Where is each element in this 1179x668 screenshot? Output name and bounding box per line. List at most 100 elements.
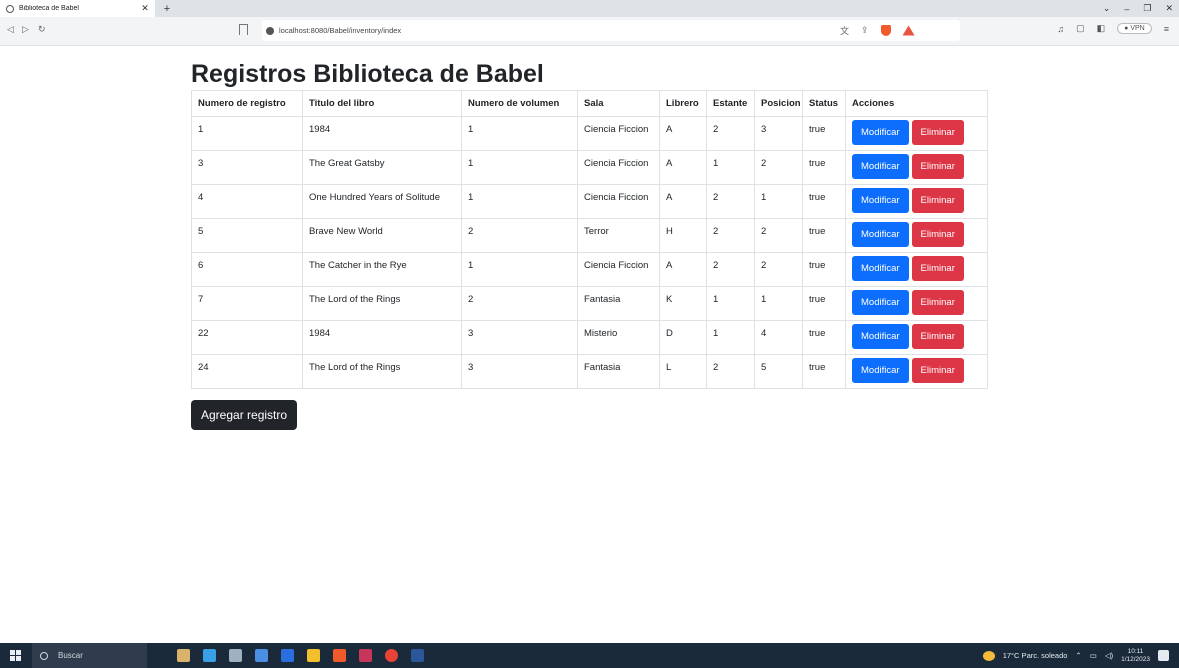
back-icon[interactable]: ◁	[7, 24, 14, 35]
media-icon[interactable]: ♫	[1057, 24, 1064, 34]
table-cell: K	[659, 286, 707, 321]
share-icon[interactable]: ⇪	[861, 25, 869, 36]
table-cell: 1	[461, 116, 578, 151]
table-cell: 1	[706, 286, 755, 321]
table-cell: 3	[191, 150, 303, 185]
actions-cell: Modificar Eliminar	[845, 150, 988, 185]
site-favicon-icon	[6, 4, 14, 13]
table-cell: Ciencia Ficcion	[577, 116, 660, 151]
modify-button[interactable]: Modificar	[852, 358, 909, 383]
table-cell: Fantasia	[577, 286, 660, 321]
browser-tab[interactable]: Biblioteca de Babel ✕	[0, 0, 155, 17]
clock[interactable]: 10:11 1/12/2023	[1121, 648, 1150, 664]
table-row: 22 1984 3 Misterio D 1 4 true Modificar Eliminar	[191, 320, 988, 355]
reload-icon[interactable]: ↻	[38, 24, 46, 35]
modify-button[interactable]: Modificar	[852, 188, 909, 213]
table-cell: true	[802, 150, 846, 185]
weather-text[interactable]: 17°C Parc. soleado	[1003, 651, 1068, 660]
brave-rewards-icon[interactable]	[902, 25, 915, 36]
modify-button[interactable]: Modificar	[852, 222, 909, 247]
minimize-icon[interactable]: –	[1124, 4, 1129, 14]
file-explorer-icon[interactable]	[307, 649, 320, 662]
modify-button[interactable]: Modificar	[852, 120, 909, 145]
page-title: Registros Biblioteca de Babel	[191, 60, 544, 88]
weather-icon[interactable]	[982, 650, 995, 661]
new-tab-icon[interactable]: +	[161, 3, 173, 15]
widgets-icon[interactable]	[177, 649, 190, 662]
table-row: 6 The Catcher in the Rye 1 Ciencia Ficcion A…	[191, 252, 988, 287]
delete-button[interactable]: Eliminar	[911, 324, 964, 349]
table-cell: 1	[461, 252, 578, 287]
taskbar-search[interactable]: Buscar	[32, 643, 147, 668]
delete-button[interactable]: Eliminar	[911, 154, 964, 179]
delete-button[interactable]: Eliminar	[911, 256, 964, 281]
delete-button[interactable]: Eliminar	[911, 120, 964, 145]
main-content: Registros Biblioteca de Babel Numero de …	[191, 58, 989, 389]
browser-tab-bar: Biblioteca de Babel ✕ + ⌄ – ❐ ✕	[0, 0, 1179, 17]
table-cell: The Lord of the Rings	[302, 354, 462, 389]
actions-cell: Modificar Eliminar	[845, 218, 988, 253]
sidebar-icon[interactable]: ▢	[1076, 23, 1085, 34]
table-cell: 1	[706, 150, 755, 185]
table-cell: 1	[754, 286, 803, 321]
table-row: 1 1984 1 Ciencia Ficcion A 2 3 true Modificar Eli…	[191, 116, 988, 151]
delete-button[interactable]: Eliminar	[911, 290, 964, 315]
table-cell: 22	[191, 320, 303, 355]
calendar-icon[interactable]	[281, 649, 294, 662]
table-cell: A	[659, 252, 707, 287]
table-cell: 2	[706, 184, 755, 219]
word-icon[interactable]	[411, 649, 424, 662]
table-cell: 2	[706, 354, 755, 389]
volume-icon[interactable]: ◁)	[1105, 651, 1113, 660]
modify-button[interactable]: Modificar	[852, 256, 909, 281]
store-icon[interactable]	[203, 649, 216, 662]
task-view-icon[interactable]	[229, 649, 242, 662]
taskbar-apps	[177, 649, 424, 662]
address-bar-tools: 文 ⇪	[840, 24, 915, 37]
tray-chevron-icon[interactable]: ⌃	[1075, 651, 1081, 660]
bookmark-icon[interactable]	[239, 24, 248, 35]
tab-title: Biblioteca de Babel	[19, 5, 79, 12]
delete-button[interactable]: Eliminar	[911, 188, 964, 213]
restore-icon[interactable]: ❐	[1143, 3, 1151, 14]
add-record-button[interactable]: Agregar registro	[191, 400, 298, 430]
table-cell: Misterio	[577, 320, 660, 355]
translate-icon[interactable]: 文	[840, 24, 849, 37]
intellij-icon[interactable]	[359, 649, 372, 662]
chrome-icon[interactable]	[385, 649, 398, 662]
table-cell: 5	[754, 354, 803, 389]
menu-icon[interactable]: ≡	[1164, 24, 1169, 34]
delete-button[interactable]: Eliminar	[911, 222, 964, 247]
taskbar: Buscar 17°C Parc. soleado ⌃ ▭ ◁) 10:11 1…	[0, 643, 1179, 668]
modify-button[interactable]: Modificar	[852, 324, 909, 349]
table-cell: 2	[461, 286, 578, 321]
table-cell: 7	[191, 286, 303, 321]
site-info-icon[interactable]	[266, 26, 274, 35]
vpn-button[interactable]: ● VPN	[1117, 23, 1152, 34]
network-icon[interactable]: ▭	[1090, 651, 1097, 660]
modify-button[interactable]: Modificar	[852, 154, 909, 179]
table-cell: 2	[706, 116, 755, 151]
brave-browser-icon[interactable]	[333, 649, 346, 662]
close-window-icon[interactable]: ✕	[1165, 3, 1173, 14]
mail-icon[interactable]	[255, 649, 268, 662]
actions-cell: Modificar Eliminar	[845, 354, 988, 389]
table-cell: Ciencia Ficcion	[577, 252, 660, 287]
delete-button[interactable]: Eliminar	[911, 358, 964, 383]
table-row: 24 The Lord of the Rings 3 Fantasia L 2 5 true M…	[191, 354, 988, 389]
notification-icon[interactable]	[1158, 650, 1169, 661]
actions-cell: Modificar Eliminar	[845, 320, 988, 355]
table-cell: 1984	[302, 116, 462, 151]
table-row: 7 The Lord of the Rings 2 Fantasia K 1 1 true Mo…	[191, 286, 988, 321]
actions-cell: Modificar Eliminar	[845, 286, 988, 321]
table-cell: 24	[191, 354, 303, 389]
forward-icon[interactable]: ▷	[22, 24, 29, 35]
windows-start-icon[interactable]	[10, 650, 21, 661]
brave-shield-icon[interactable]	[880, 25, 891, 36]
tab-list-chevron-icon[interactable]: ⌄	[1103, 3, 1111, 14]
modify-button[interactable]: Modificar	[852, 290, 909, 315]
wallet-icon[interactable]: ◧	[1097, 23, 1106, 34]
table-cell: 4	[191, 184, 303, 219]
close-tab-icon[interactable]: ✕	[139, 3, 151, 14]
actions-cell: Modificar Eliminar	[845, 252, 988, 287]
